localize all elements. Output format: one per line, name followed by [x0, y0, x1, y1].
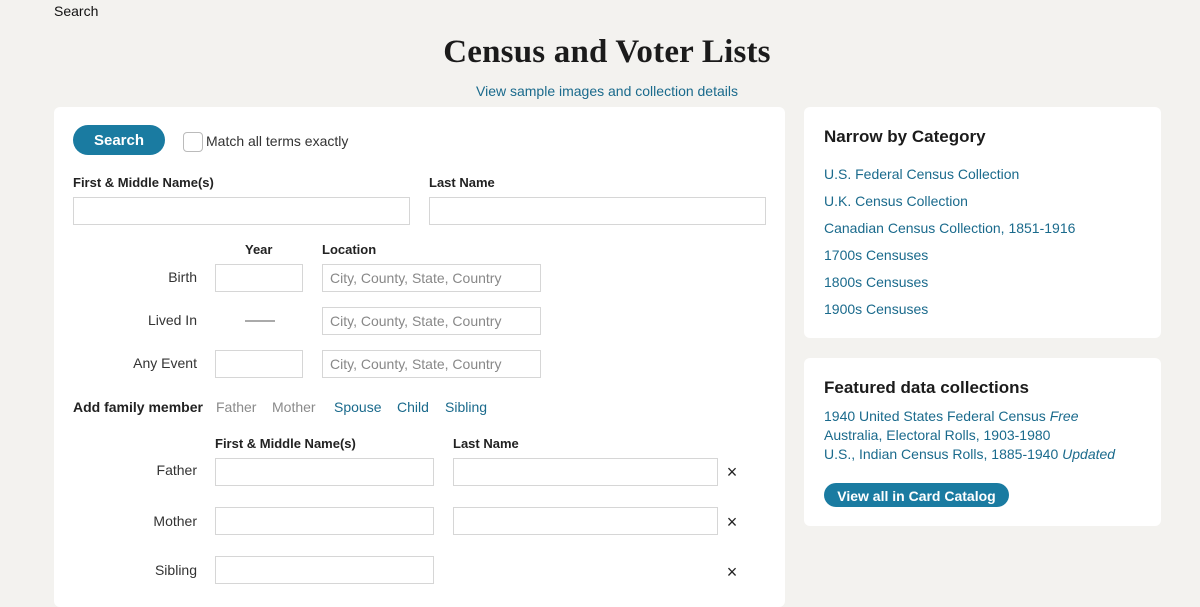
location-header: Location	[322, 242, 377, 257]
event-label-birth: Birth	[168, 269, 197, 285]
add-father-link[interactable]: Father	[216, 399, 256, 415]
page-title: Census and Voter Lists	[443, 34, 771, 70]
category-link[interactable]: 1900s Censuses	[824, 301, 928, 317]
remove-father-icon[interactable]: ×	[724, 463, 740, 481]
match-exact-label: Match all terms exactly	[206, 133, 349, 149]
add-family-member-label: Add family member	[73, 399, 203, 415]
event-label-any-event: Any Event	[133, 355, 197, 371]
lived-in-location-input[interactable]: City, County, State, Country	[322, 307, 541, 335]
remove-sibling-icon[interactable]: ×	[724, 563, 740, 581]
father-last-name-input[interactable]	[453, 458, 718, 486]
featured-collections-card: Featured data collections 1940 United St…	[804, 358, 1161, 526]
category-link[interactable]: 1700s Censuses	[824, 247, 928, 263]
category-link[interactable]: 1800s Censuses	[824, 274, 928, 290]
featured-collection-name: 1940 United States Federal Census	[824, 408, 1046, 424]
sample-images-link[interactable]: View sample images and collection detail…	[0, 83, 1200, 99]
year-header: Year	[245, 242, 273, 257]
first-name-label: First & Middle Name(s)	[73, 175, 214, 190]
search-form-card: Search Match all terms exactly First & M…	[54, 107, 785, 607]
mother-first-name-input[interactable]	[215, 507, 434, 535]
event-label-lived-in: Lived In	[147, 312, 197, 328]
view-card-catalog-button[interactable]: View all in Card Catalog	[824, 483, 1009, 507]
featured-collection-tag: Free	[1049, 408, 1079, 424]
breadcrumb[interactable]: Search	[54, 3, 98, 19]
featured-collections-title: Featured data collections	[824, 378, 1029, 397]
featured-collection-name: U.S., Indian Census Rolls, 1885-1940	[824, 446, 1059, 462]
birth-location-input[interactable]: City, County, State, Country	[322, 264, 541, 292]
family-label-mother: Mother	[153, 513, 197, 529]
remove-mother-icon[interactable]: ×	[724, 513, 740, 531]
narrow-by-category-title: Narrow by Category	[824, 127, 986, 146]
family-last-name-header: Last Name	[453, 436, 519, 451]
featured-collection-link[interactable]: 1940 United States Federal Census Free	[824, 408, 1079, 424]
featured-collection-tag: Updated	[1062, 446, 1116, 462]
last-name-input[interactable]	[429, 197, 766, 225]
family-label-father: Father	[156, 462, 197, 478]
father-first-name-input[interactable]	[215, 458, 434, 486]
featured-collection-link[interactable]: U.S., Indian Census Rolls, 1885-1940 Upd…	[824, 446, 1115, 462]
sibling-first-name-input[interactable]	[215, 556, 434, 584]
any-event-location-input[interactable]: City, County, State, Country	[322, 350, 541, 378]
featured-collection-link[interactable]: Australia, Electoral Rolls, 1903-1980	[824, 427, 1050, 443]
category-link[interactable]: U.S. Federal Census Collection	[824, 166, 1019, 182]
last-name-label: Last Name	[429, 175, 495, 190]
birth-year-input[interactable]	[215, 264, 303, 292]
category-link[interactable]: U.K. Census Collection	[824, 193, 968, 209]
category-link[interactable]: Canadian Census Collection, 1851-1916	[824, 220, 1075, 236]
add-mother-link[interactable]: Mother	[272, 399, 316, 415]
narrow-by-category-card: Narrow by Category U.S. Federal Census C…	[804, 107, 1161, 338]
family-first-name-header: First & Middle Name(s)	[215, 436, 356, 451]
search-button[interactable]: Search	[73, 125, 165, 155]
mother-last-name-input[interactable]	[453, 507, 718, 535]
add-child-link[interactable]: Child	[397, 399, 429, 415]
family-label-sibling: Sibling	[154, 562, 197, 578]
match-exact-checkbox[interactable]	[183, 132, 203, 152]
featured-collection-name: Australia, Electoral Rolls, 1903-1980	[824, 427, 1051, 443]
add-sibling-link[interactable]: Sibling	[445, 399, 487, 415]
any-event-year-input[interactable]	[215, 350, 303, 378]
add-spouse-link[interactable]: Spouse	[334, 399, 381, 415]
year-unavailable-dash	[245, 320, 275, 322]
first-name-input[interactable]	[73, 197, 410, 225]
